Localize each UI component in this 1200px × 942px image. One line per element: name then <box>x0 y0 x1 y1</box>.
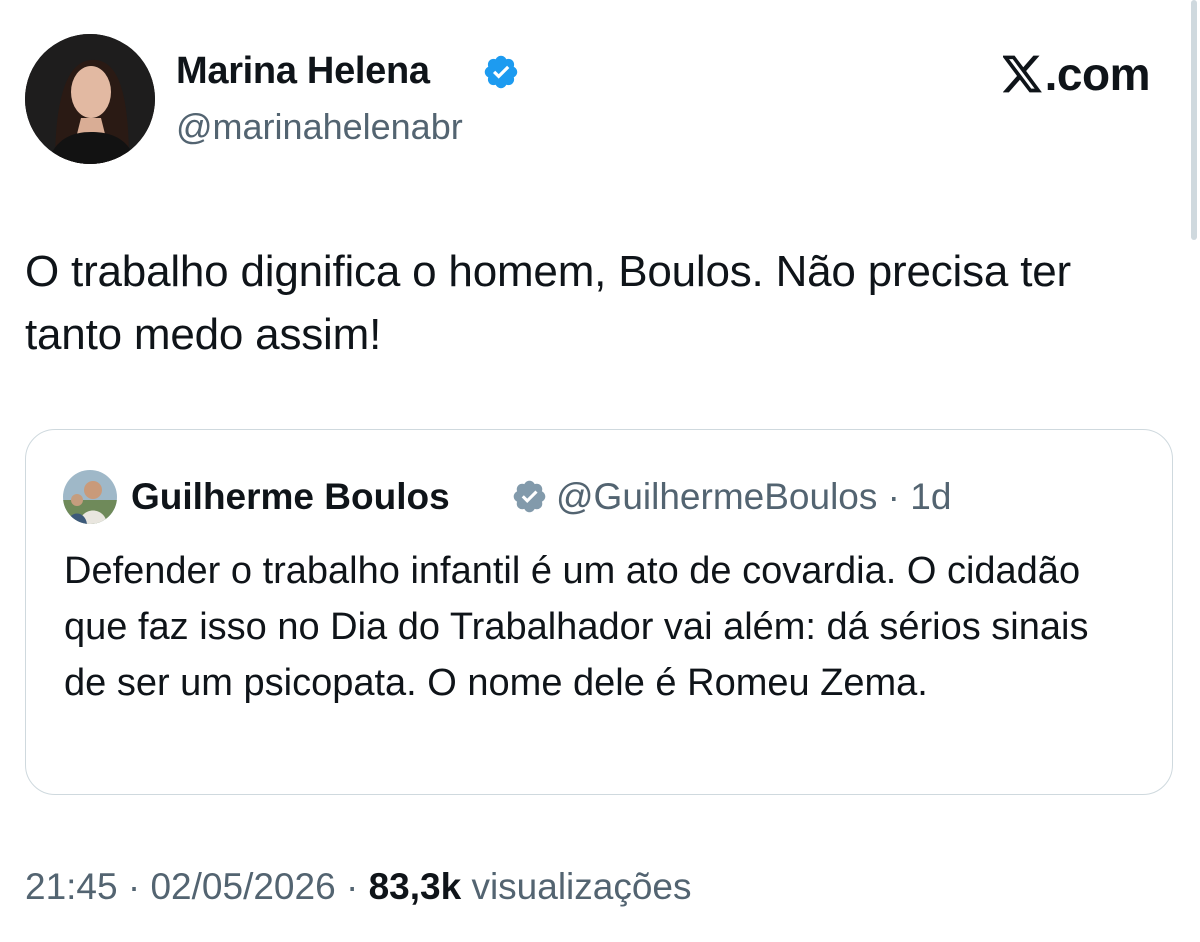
x-logo-icon <box>1002 55 1042 93</box>
tweet-footer: 21:45 · 02/05/2026 · 83,3k visualizações <box>25 866 692 908</box>
verified-badge-icon <box>513 480 546 513</box>
tweet-date[interactable]: 02/05/2026 <box>150 866 335 907</box>
tweet-text: O trabalho dignifica o homem, Boulos. Nã… <box>25 247 1071 359</box>
quoted-author-avatar[interactable] <box>63 470 117 524</box>
meta-separator: · <box>887 476 900 517</box>
tweet-time[interactable]: 21:45 <box>25 866 118 907</box>
quoted-author-handle[interactable]: @GuilhermeBoulos <box>556 476 877 517</box>
quoted-meta: @GuilhermeBoulos · 1d <box>556 476 951 518</box>
author-avatar[interactable] <box>25 34 155 164</box>
author-handle[interactable]: @marinahelenabr <box>176 106 463 148</box>
quoted-author-name[interactable]: Guilherme Boulos <box>131 476 450 518</box>
brand-watermark: .com <box>1002 47 1151 101</box>
brand-domain: .com <box>1044 48 1151 100</box>
scrollbar[interactable] <box>1191 0 1197 240</box>
quoted-tweet-text: Defender o trabalho infantil é um ato de… <box>64 550 1089 704</box>
views-count: 83,3k <box>368 866 462 907</box>
quoted-time[interactable]: 1d <box>910 476 951 517</box>
footer-separator: · <box>345 866 359 907</box>
quoted-tweet[interactable]: Guilherme Boulos @GuilhermeBoulos · 1d D… <box>25 429 1173 795</box>
footer-separator: · <box>127 866 141 907</box>
author-name[interactable]: Marina Helena <box>176 50 430 93</box>
views-label: visualizações <box>471 866 692 907</box>
verified-badge-icon <box>484 55 518 89</box>
